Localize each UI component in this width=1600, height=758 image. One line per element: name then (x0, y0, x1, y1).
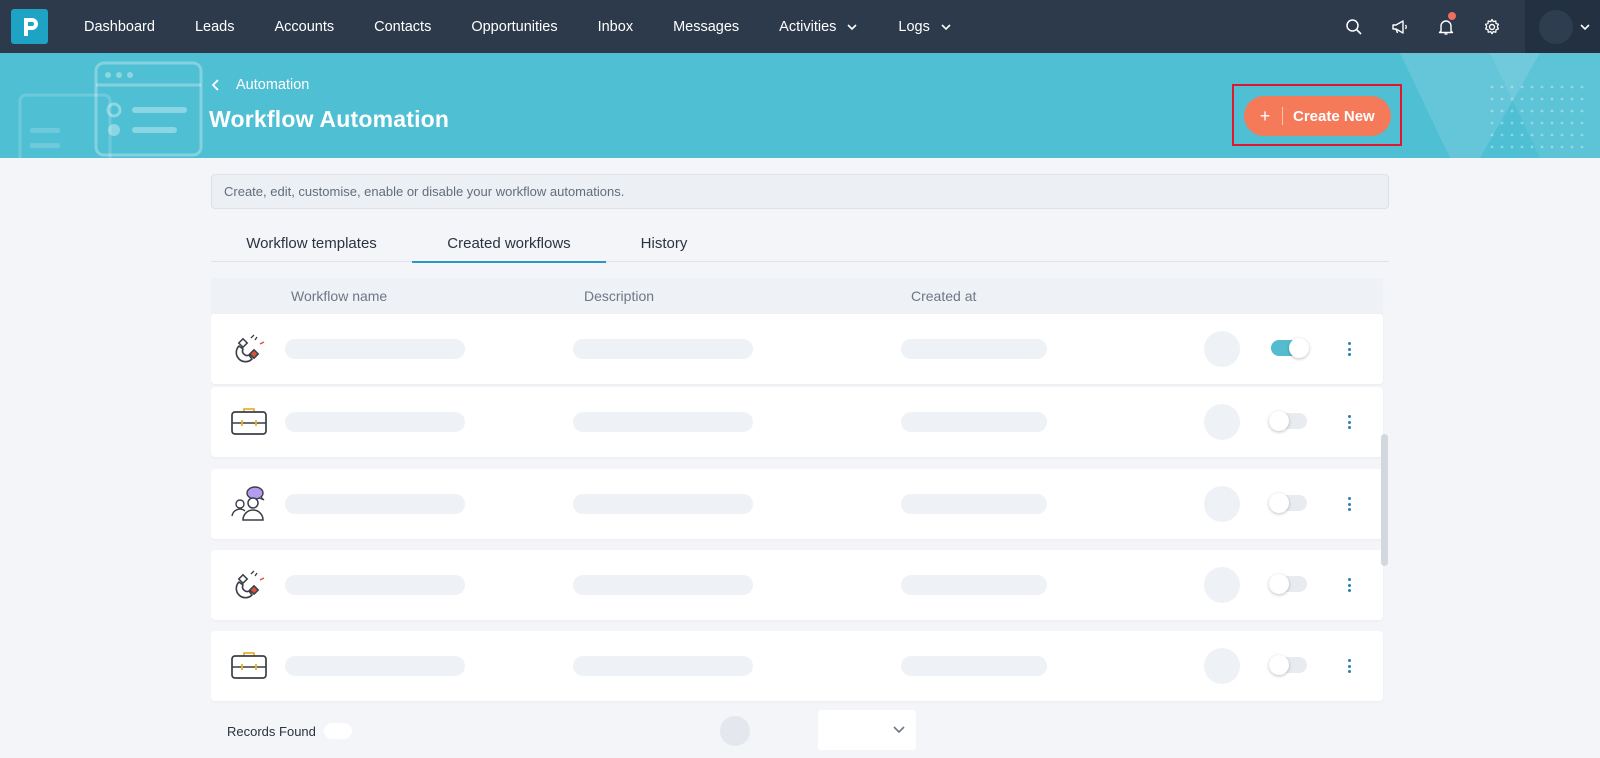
settings-button[interactable] (1469, 0, 1515, 53)
create-new-button[interactable]: + Create New (1244, 96, 1391, 136)
workflow-toggle[interactable] (1269, 655, 1307, 675)
table-row[interactable] (211, 314, 1383, 384)
skeleton-description (573, 494, 753, 514)
records-found: Records Found (227, 723, 352, 739)
button-divider (1282, 107, 1283, 125)
table-header: Workflow name Description Created at (211, 278, 1383, 314)
skeleton-created-at (901, 412, 1047, 432)
workflow-toggle[interactable] (1271, 338, 1309, 358)
page-size-select[interactable] (818, 710, 916, 750)
toggle-knob (1269, 655, 1289, 675)
tab-workflow-templates[interactable]: Workflow templates (211, 224, 412, 262)
records-label: Records Found (227, 723, 316, 739)
row-menu-button[interactable] (1339, 411, 1359, 433)
skeleton-name (285, 575, 465, 595)
plus-icon: + (1259, 105, 1271, 126)
skeleton-name (285, 339, 465, 359)
table-row[interactable] (211, 631, 1383, 701)
skeleton-name (285, 656, 465, 676)
notification-badge (1447, 11, 1457, 21)
skeleton-description (573, 339, 753, 359)
skeleton-avatar (1204, 486, 1240, 522)
skeleton-created-at (901, 575, 1047, 595)
nav-activities[interactable]: Activities (759, 0, 878, 53)
magnet-icon (235, 334, 265, 363)
briefcase-icon (231, 652, 267, 679)
search-button[interactable] (1331, 0, 1377, 53)
skeleton-avatar (1204, 567, 1240, 603)
skeleton-description (573, 412, 753, 432)
toggle-knob (1269, 411, 1289, 431)
nav-contacts[interactable]: Contacts (354, 0, 451, 53)
avatar (1539, 9, 1573, 44)
skeleton-description (573, 656, 753, 676)
chevron-down-icon (1580, 23, 1590, 30)
skeleton-created-at (901, 494, 1047, 514)
notifications-button[interactable] (1423, 0, 1469, 53)
breadcrumb-label: Automation (236, 77, 310, 93)
skeleton-avatar (1204, 648, 1240, 684)
nav-inbox[interactable]: Inbox (578, 0, 653, 53)
nav-actions (1331, 0, 1600, 53)
logo-icon (23, 17, 38, 36)
contact-chat-icon (231, 486, 265, 521)
tab-created-workflows[interactable]: Created workflows (412, 224, 606, 263)
page-title: Workflow Automation (209, 106, 450, 132)
workflows-table: Workflow name Description Created at (211, 278, 1393, 704)
skeleton-created-at (901, 656, 1047, 676)
nav-opportunities[interactable]: Opportunities (451, 0, 577, 53)
announcements-button[interactable] (1377, 0, 1423, 53)
workflow-toggle[interactable] (1269, 411, 1307, 431)
column-description: Description (584, 288, 655, 304)
records-count-placeholder (323, 723, 352, 739)
skeleton-name (285, 412, 465, 432)
table-footer: Records Found (0, 704, 1600, 758)
top-navbar: Dashboard Leads Accounts Contacts Opport… (0, 0, 1600, 53)
row-menu-button[interactable] (1339, 493, 1359, 515)
toggle-knob (1289, 338, 1309, 358)
column-workflow-name: Workflow name (291, 288, 388, 304)
page-description: Create, edit, customise, enable or disab… (211, 174, 1389, 209)
toggle-knob (1269, 574, 1289, 594)
nav-dashboard[interactable]: Dashboard (64, 0, 175, 53)
skeleton-avatar (1204, 331, 1240, 367)
nav-accounts[interactable]: Accounts (254, 0, 354, 53)
chevron-down-icon (893, 726, 905, 734)
pagination-page[interactable] (720, 716, 750, 746)
row-menu-button[interactable] (1339, 655, 1359, 677)
nav-leads[interactable]: Leads (175, 0, 255, 53)
nav-messages[interactable]: Messages (653, 0, 759, 53)
skeleton-avatar (1204, 404, 1240, 440)
megaphone-icon (1392, 19, 1407, 34)
skeleton-name (285, 494, 465, 514)
user-menu[interactable] (1525, 0, 1600, 53)
create-new-label: Create New (1293, 107, 1375, 125)
row-menu-button[interactable] (1339, 574, 1359, 596)
skeleton-created-at (901, 339, 1047, 359)
column-created-at: Created at (911, 288, 977, 304)
nav-logs[interactable]: Logs (878, 0, 971, 53)
workflow-toggle[interactable] (1269, 493, 1307, 513)
table-row[interactable] (211, 387, 1383, 457)
magnet-icon (235, 570, 265, 599)
tab-bar: Workflow templates Created workflows His… (211, 224, 1389, 263)
chevron-left-icon (211, 79, 219, 91)
skeleton-description (573, 575, 753, 595)
gear-icon (1484, 18, 1500, 34)
table-row[interactable] (211, 469, 1383, 539)
workflow-toggle[interactable] (1269, 574, 1307, 594)
main-menu: Dashboard Leads Accounts Contacts Opport… (64, 0, 972, 53)
toggle-knob (1269, 493, 1289, 513)
chevron-down-icon (847, 23, 857, 30)
table-row[interactable] (211, 550, 1383, 620)
row-menu-button[interactable] (1339, 338, 1359, 360)
tab-history[interactable]: History (606, 224, 722, 262)
app-logo[interactable] (11, 9, 48, 44)
search-icon (1346, 18, 1362, 35)
chevron-down-icon (941, 23, 951, 30)
table-scrollbar[interactable] (1381, 434, 1388, 566)
breadcrumb[interactable]: Automation (210, 77, 309, 93)
window-illustration (18, 61, 203, 158)
briefcase-icon (231, 408, 267, 435)
